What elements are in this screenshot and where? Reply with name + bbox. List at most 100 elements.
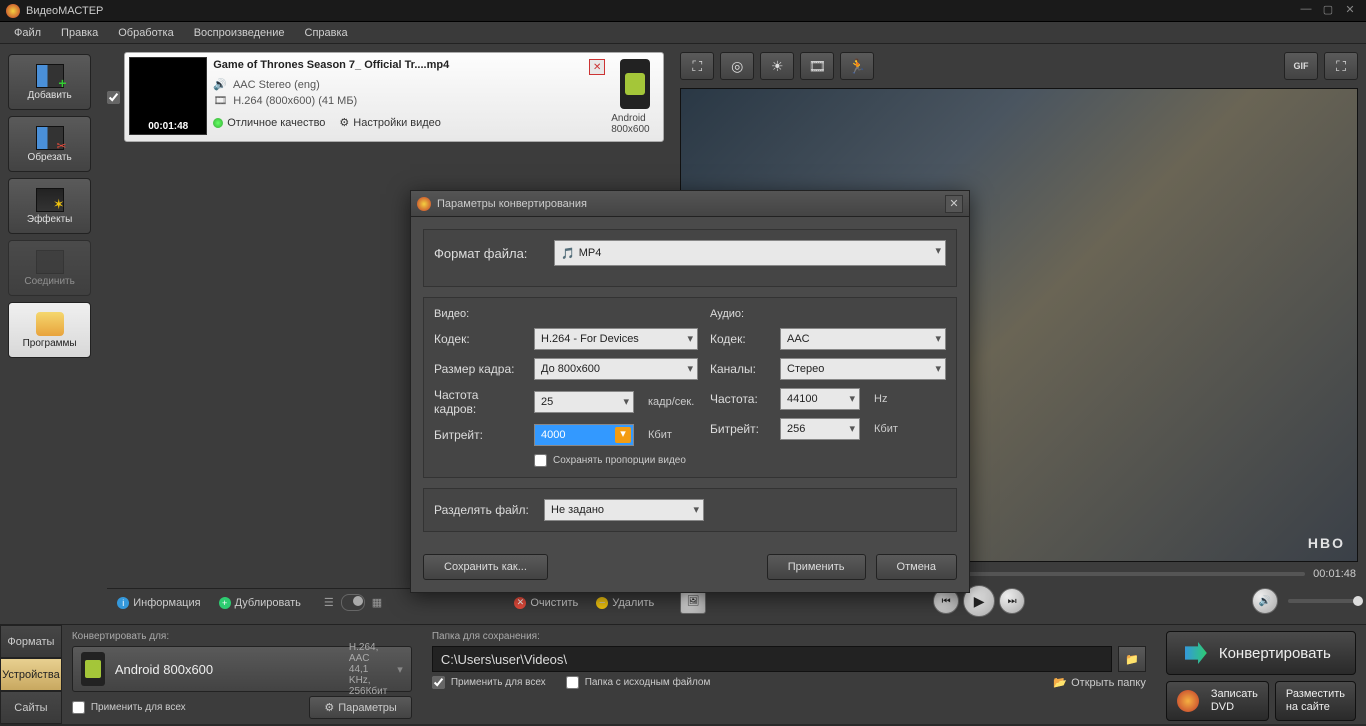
duplicate-icon: + — [219, 597, 231, 609]
crop-button[interactable]: ⛶ — [680, 52, 714, 80]
add-button[interactable]: Добавить — [8, 54, 91, 110]
scissors-icon — [36, 126, 64, 150]
next-button[interactable]: ⏭ — [999, 588, 1025, 614]
minimize-button[interactable]: — — [1296, 3, 1316, 19]
disc-icon — [1177, 690, 1199, 712]
menu-process[interactable]: Обработка — [108, 24, 183, 42]
keep-aspect-checkbox[interactable]: Сохранять пропорции видео — [534, 454, 698, 467]
convert-button[interactable]: Конвертировать — [1166, 631, 1356, 675]
upload-button[interactable]: Разместитьна сайте — [1275, 681, 1356, 721]
volume-button[interactable]: 🔊 — [1252, 588, 1278, 614]
effects-button[interactable]: Эффекты — [8, 178, 91, 234]
channels-select[interactable]: Стерео — [780, 358, 946, 380]
audio-section-header: Аудио: — [710, 308, 946, 320]
view-switcher[interactable]: ☰▦ — [321, 594, 385, 611]
tab-formats[interactable]: Форматы — [0, 625, 62, 658]
bottom-tabs: Форматы Устройства Сайты — [0, 625, 62, 724]
tab-sites[interactable]: Сайты — [0, 691, 62, 724]
list-view-icon[interactable]: ☰ — [321, 594, 337, 611]
audio-codec-select[interactable]: AAC — [780, 328, 946, 350]
chevron-down-icon: ▾ — [397, 663, 403, 676]
menu-playback[interactable]: Воспроизведение — [184, 24, 295, 42]
format-select[interactable]: 🎵MP4 — [554, 240, 946, 266]
speaker-icon: 🔊 — [213, 78, 227, 91]
close-button[interactable]: ✕ — [1340, 3, 1360, 19]
sparkle-icon — [36, 188, 64, 212]
phone-icon — [620, 59, 650, 109]
burn-dvd-button[interactable]: ЗаписатьDVD — [1166, 681, 1269, 721]
cancel-button[interactable]: Отмена — [876, 554, 957, 580]
frequency-select[interactable]: 44100 — [780, 388, 860, 410]
cut-button[interactable]: Обрезать — [8, 116, 91, 172]
gear-icon: ⚙ — [324, 701, 334, 714]
tab-devices[interactable]: Устройства — [0, 658, 62, 691]
folder-open-icon: 📂 — [1053, 676, 1067, 689]
browse-folder-button[interactable]: 📁 — [1118, 646, 1146, 672]
dialog-logo-icon — [417, 197, 431, 211]
clear-button[interactable]: ✕Очистить — [508, 595, 584, 611]
conversion-params-dialog: Параметры конвертирования ✕ Формат файла… — [410, 190, 970, 593]
params-button[interactable]: ⚙Параметры — [309, 696, 412, 719]
save-as-button[interactable]: Сохранить как... — [423, 554, 548, 580]
remove-file-button[interactable]: ✕ — [589, 59, 605, 75]
menu-file[interactable]: Файл — [4, 24, 51, 42]
file-checkbox[interactable] — [107, 91, 120, 104]
join-icon — [36, 250, 64, 274]
volume-slider[interactable] — [1288, 599, 1358, 603]
gif-button[interactable]: GIF — [1284, 52, 1318, 80]
fullscreen-button[interactable]: ⛶ — [1324, 52, 1358, 80]
file-name: Game of Thrones Season 7_ Official Tr...… — [213, 59, 449, 75]
android-mini-icon — [85, 660, 101, 678]
device-selector[interactable]: Android 800x600 H.264, AAC44,1 KHz, 256К… — [72, 646, 412, 692]
info-icon: i — [117, 597, 129, 609]
android-icon — [625, 73, 645, 95]
enhance-button[interactable]: ◎ — [720, 52, 754, 80]
film-icon: 🎞 — [213, 94, 227, 107]
apply-button[interactable]: Применить — [767, 554, 866, 580]
mp4-icon: 🎵 — [561, 247, 575, 260]
hbo-watermark: HBO — [1308, 535, 1345, 551]
open-folder-button[interactable]: 📂Открыть папку — [1053, 676, 1145, 689]
menubar: Файл Правка Обработка Воспроизведение Сп… — [0, 22, 1366, 44]
split-select[interactable]: Не задано — [544, 499, 704, 521]
speed-button[interactable]: 🏃 — [840, 52, 874, 80]
fps-select[interactable]: 25 — [534, 391, 634, 413]
video-codec-select[interactable]: H.264 - For Devices — [534, 328, 698, 350]
frame-size-select[interactable]: До 800x600 — [534, 358, 698, 380]
video-settings-link[interactable]: ⚙Настройки видео — [339, 116, 441, 129]
apply-all-checkbox[interactable]: Применить для всех — [72, 701, 186, 714]
dialog-titlebar[interactable]: Параметры конвертирования ✕ — [411, 191, 969, 217]
apply-all-checkbox-2[interactable]: Применить для всех — [432, 676, 546, 689]
convert-for-label: Конвертировать для: — [72, 631, 412, 642]
frames-button[interactable]: 🎞 — [800, 52, 834, 80]
save-folder-label: Папка для сохранения: — [432, 631, 1146, 642]
bottom-panel: Форматы Устройства Сайты Конвертировать … — [0, 624, 1366, 724]
quality-dot-icon — [213, 118, 223, 128]
preview-toolbar: ⛶ ◎ ☀ 🎞 🏃 GIF ⛶ — [680, 52, 1358, 82]
menu-help[interactable]: Справка — [295, 24, 358, 42]
app-title: ВидеоМАСТЕР — [26, 5, 1294, 17]
toggle-icon[interactable] — [341, 594, 365, 611]
video-bitrate-input[interactable]: 4000 — [534, 424, 634, 446]
dialog-close-button[interactable]: ✕ — [945, 195, 963, 213]
maximize-button[interactable]: ▢ — [1318, 3, 1338, 19]
app-logo-icon — [6, 4, 20, 18]
video-section-header: Видео: — [434, 308, 698, 320]
info-button[interactable]: iИнформация — [111, 595, 206, 611]
delete-button[interactable]: −Удалить — [590, 595, 660, 611]
left-toolbar: Добавить Обрезать Эффекты Соединить Прог… — [0, 44, 99, 624]
programs-button[interactable]: Программы — [8, 302, 91, 358]
folder-icon: 📁 — [1125, 653, 1139, 666]
clear-icon: ✕ — [514, 597, 526, 609]
path-input[interactable]: C:\Users\user\Videos\ — [432, 646, 1112, 672]
brightness-button[interactable]: ☀ — [760, 52, 794, 80]
time-total: 00:01:48 — [1313, 568, 1356, 580]
audio-bitrate-select[interactable]: 256 — [780, 418, 860, 440]
menu-edit[interactable]: Правка — [51, 24, 108, 42]
delete-icon: − — [596, 597, 608, 609]
arrow-icon — [1185, 642, 1207, 664]
grid-view-icon[interactable]: ▦ — [369, 594, 385, 611]
same-folder-checkbox[interactable]: Папка с исходным файлом — [566, 676, 711, 689]
duplicate-button[interactable]: +Дублировать — [213, 595, 307, 611]
file-item[interactable]: 00:01:48 Game of Thrones Season 7_ Offic… — [124, 52, 664, 142]
